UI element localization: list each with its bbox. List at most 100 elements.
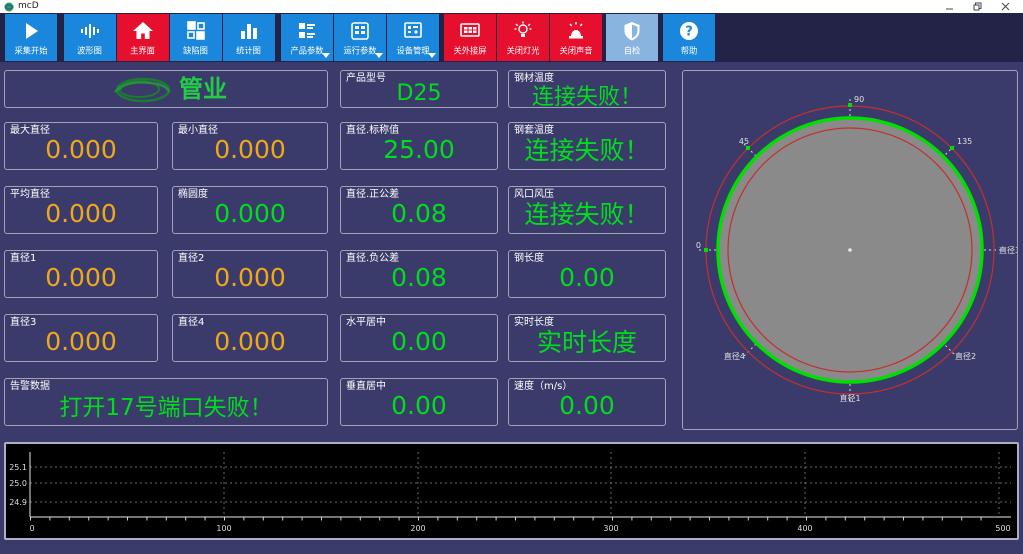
light-bulb-icon (511, 18, 535, 43)
panel-alarm-data: 告警数据 打开17号端口失败！ (4, 378, 328, 426)
panel-diameter4: 直径4 0.000 (172, 314, 328, 362)
defect-map-button[interactable]: 缺陷图 (170, 14, 222, 61)
y-tick-label: 25.1 (9, 463, 27, 472)
panel-diameter3: 直径3 0.000 (4, 314, 158, 362)
panel-dia-nominal: 直径.标称值 25.00 (340, 122, 498, 170)
polar-label-45: 45 (739, 137, 749, 146)
brand-panel: 管业 (4, 70, 328, 108)
close-button[interactable] (999, 1, 1011, 12)
polar-label-dia3: 直径3 (999, 245, 1017, 255)
help-icon: ? (677, 18, 701, 43)
panel-dia-pos-tol: 直径.正公差 0.08 (340, 186, 498, 234)
panel-min-diameter: 最小直径 0.000 (172, 122, 328, 170)
panel-steel-length: 钢长度 0.00 (508, 250, 666, 298)
panel-speed: 速度（m/s） 0.00 (508, 378, 666, 426)
screen-grid-icon (458, 18, 482, 43)
x-tick-label: 500 (995, 524, 1010, 533)
panel-h-center: 水平居中 0.00 (340, 314, 498, 362)
defect-grid-icon (184, 18, 208, 43)
panel-value: D25 (341, 79, 497, 107)
run-params-icon (348, 18, 372, 43)
toolbar: 采集开始 波形图 主界面 缺陷图 (0, 13, 1023, 62)
waveform-icon (78, 18, 102, 43)
panel-value: 实时长度 (509, 321, 665, 361)
polar-label-135: 135 (957, 137, 972, 146)
device-manage-icon (401, 18, 425, 43)
alarm-message: 打开17号端口失败！ (5, 385, 327, 425)
polar-label-dia1: 直径1 (839, 393, 860, 403)
run-params-button[interactable]: 运行参数 (334, 14, 386, 61)
panel-air-pressure: 风口风压 连接失败！ (508, 186, 666, 234)
product-params-icon (295, 18, 319, 43)
bar-chart-icon (237, 18, 261, 43)
main-screen-button[interactable]: 主界面 (117, 14, 169, 61)
panel-value: 0.000 (5, 129, 157, 169)
polar-label-dia2: 直径2 (955, 351, 976, 361)
shield-icon (620, 18, 644, 43)
y-tick-label: 25.0 (9, 479, 27, 488)
panel-value: 0.00 (341, 385, 497, 425)
panel-value: 25.00 (341, 129, 497, 169)
device-manage-button[interactable]: 设备管理 (387, 14, 439, 61)
diameter-polar-gauge: 90 45 135 0 直径3 直径2 直径1 直径4 (682, 70, 1018, 430)
panel-realtime-length: 实时长度 实时长度 (508, 314, 666, 362)
panel-value: 0.000 (5, 257, 157, 297)
panel-value: 0.08 (341, 257, 497, 297)
statistics-button[interactable]: 统计图 (223, 14, 275, 61)
svg-text:?: ? (685, 24, 693, 39)
x-tick-label: 400 (797, 524, 812, 533)
panel-value: 0.000 (173, 193, 327, 233)
panel-v-center: 垂直居中 0.00 (340, 378, 498, 426)
chevron-down-icon (375, 53, 383, 58)
help-button[interactable]: ? 帮助 (663, 14, 715, 61)
self-check-button[interactable]: 自检 (606, 14, 658, 61)
panel-product-model: 产品型号 D25 (340, 70, 498, 108)
panel-diameter1: 直径1 0.000 (4, 250, 158, 298)
external-screen-off-button[interactable]: 关外接屏 (444, 14, 496, 61)
y-tick-label: 24.9 (9, 498, 27, 507)
waveform-button[interactable]: 波形图 (64, 14, 116, 61)
panel-avg-diameter: 平均直径 0.000 (4, 186, 158, 234)
panel-max-diameter: 最大直径 0.000 (4, 122, 158, 170)
play-icon (19, 18, 43, 43)
minimize-button[interactable] (943, 1, 955, 12)
polar-label-90: 90 (854, 95, 864, 104)
trend-chart-svg: 25.1 25.0 24.9 0 100 200 300 400 500 (6, 444, 1017, 538)
lights-off-button[interactable]: 关闭灯光 (497, 14, 549, 61)
polar-label-dia4: 直径4 (724, 351, 745, 361)
panel-value: 0.000 (173, 257, 327, 297)
brand-name: 管业 (179, 77, 227, 101)
panel-sleeve-temp: 钢套温度 连接失败！ (508, 122, 666, 170)
sound-off-button[interactable]: 关闭声音 (550, 14, 602, 61)
start-collection-button[interactable]: 采集开始 (5, 14, 57, 61)
panel-dia-neg-tol: 直径.负公差 0.08 (340, 250, 498, 298)
polar-gauge-svg: 90 45 135 0 直径3 直径2 直径1 直径4 (683, 71, 1017, 429)
maximize-button[interactable] (971, 1, 983, 12)
app-icon (4, 2, 14, 12)
titlebar: mcD (0, 0, 1023, 13)
product-params-button[interactable]: 产品参数 (281, 14, 333, 61)
panel-value: 0.00 (509, 385, 665, 425)
brand-logo-icon (105, 74, 175, 104)
panel-value: 0.00 (341, 321, 497, 361)
panel-ovality: 椭圆度 0.000 (172, 186, 328, 234)
panel-value: 0.08 (341, 193, 497, 233)
panel-value: 0.000 (173, 129, 327, 169)
window-title: mcD (18, 0, 39, 13)
panel-steel-temp: 钢材温度 连接失败！ (508, 70, 666, 108)
panel-value: 连接失败！ (509, 193, 665, 233)
home-icon (131, 18, 155, 43)
x-tick-label: 0 (29, 524, 34, 533)
panel-value: 0.000 (5, 321, 157, 361)
polar-label-0: 0 (696, 241, 701, 250)
x-tick-label: 300 (603, 524, 618, 533)
chevron-down-icon (322, 53, 330, 58)
panel-diameter2: 直径2 0.000 (172, 250, 328, 298)
chevron-down-icon (428, 53, 436, 58)
panel-value: 连接失败！ (509, 129, 665, 169)
diameter-trend-chart: 25.1 25.0 24.9 0 100 200 300 400 500 (4, 442, 1019, 540)
x-tick-label: 200 (410, 524, 425, 533)
panel-value: 0.00 (509, 257, 665, 297)
panel-value: 连接失败！ (509, 79, 665, 108)
siren-icon (564, 18, 588, 43)
